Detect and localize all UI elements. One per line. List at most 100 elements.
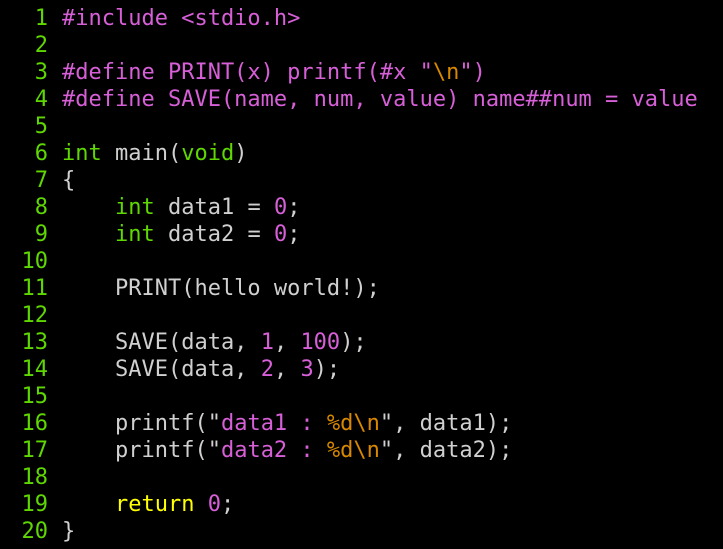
line-number: 18 xyxy=(21,465,49,490)
code-line[interactable]: 6 int main(void) xyxy=(0,140,723,167)
code-token: \n xyxy=(432,60,460,85)
code-line[interactable]: 12 xyxy=(0,302,723,329)
code-line[interactable]: 19 return 0; xyxy=(0,491,723,518)
line-number: 4 xyxy=(34,87,48,112)
line-code: #define SAVE(name, num, value) name##num… xyxy=(62,86,698,113)
code-line[interactable]: 20} xyxy=(0,518,723,545)
code-token: data2 : xyxy=(220,438,327,463)
code-token: { xyxy=(62,168,76,193)
code-token: data1 = xyxy=(154,195,274,220)
code-token: } xyxy=(62,519,76,544)
code-token: , xyxy=(273,330,301,355)
line-code: PRINT(hello world!); xyxy=(62,275,380,302)
code-token: ); xyxy=(340,330,367,355)
code-token: SAVE(data, xyxy=(62,357,261,382)
code-lines: 1 #include <stdio.h> 2 3 #define PRINT(x) pr… xyxy=(0,5,723,545)
code-token: , xyxy=(273,357,301,382)
code-token: ; xyxy=(287,222,301,247)
code-token: void xyxy=(181,141,235,166)
code-token: int xyxy=(114,222,155,247)
line-code: #define PRINT(x) printf(#x "\n") xyxy=(62,59,486,86)
line-code: #include <stdio.h> xyxy=(62,5,300,32)
line-number: 13 xyxy=(21,330,49,355)
code-line[interactable]: 11 PRINT(hello world!); xyxy=(0,275,723,302)
code-token: SAVE(data, xyxy=(62,330,261,355)
code-line[interactable]: 3 #define PRINT(x) printf(#x "\n") xyxy=(0,59,723,86)
code-line[interactable]: 8 int data1 = 0; xyxy=(0,194,723,221)
code-token: data2 = xyxy=(154,222,274,247)
code-line[interactable]: 5 xyxy=(0,113,723,140)
code-line[interactable]: 9 int data2 = 0; xyxy=(0,221,723,248)
line-code: printf("data1 : %d\n", data1); xyxy=(62,410,512,437)
line-number: 8 xyxy=(34,195,48,220)
line-number: 17 xyxy=(21,438,49,463)
code-line[interactable]: 18 xyxy=(0,464,723,491)
line-number: 19 xyxy=(21,492,49,517)
code-token: int xyxy=(62,141,102,166)
code-token: printf(" xyxy=(62,411,221,436)
line-number: 10 xyxy=(21,249,49,274)
code-token: 100 xyxy=(300,330,341,355)
code-token: int xyxy=(114,195,155,220)
line-number: 7 xyxy=(34,168,48,193)
code-token: ", data1); xyxy=(379,411,513,436)
code-line[interactable]: 15 xyxy=(0,383,723,410)
code-token: main( xyxy=(101,141,182,166)
line-code: { xyxy=(62,167,75,194)
code-line[interactable]: 16 printf("data1 : %d\n", data1); xyxy=(0,410,723,437)
code-token: #define SAVE(name, num, value) name##num… xyxy=(62,87,698,112)
line-code: SAVE(data, 1, 100); xyxy=(62,329,367,356)
line-code: printf("data2 : %d\n", data2); xyxy=(62,437,512,464)
code-token: ; xyxy=(220,492,235,517)
line-number: 16 xyxy=(21,411,49,436)
code-line[interactable]: 10 xyxy=(0,248,723,275)
code-token: return xyxy=(114,492,195,517)
code-token: ) xyxy=(234,141,248,166)
code-token: PRINT(hello world!); xyxy=(62,276,380,301)
line-code: int main(void) xyxy=(62,140,247,167)
code-line[interactable]: 13 SAVE(data, 1, 100); xyxy=(0,329,723,356)
code-token: 0 xyxy=(207,492,221,517)
line-number: 14 xyxy=(21,357,49,382)
code-line[interactable]: 2 xyxy=(0,32,723,59)
line-number: 12 xyxy=(21,303,49,328)
code-token: printf(" xyxy=(62,438,221,463)
line-number: 9 xyxy=(34,222,48,247)
code-token: ); xyxy=(313,357,341,382)
code-line[interactable]: 1 #include <stdio.h> xyxy=(0,5,723,32)
line-number: 15 xyxy=(21,384,49,409)
code-line[interactable]: 4 #define SAVE(name, num, value) name##nu… xyxy=(0,86,723,113)
code-line[interactable]: 17 printf("data2 : %d\n", data2); xyxy=(0,437,723,464)
code-token: data1 : xyxy=(220,411,327,436)
code-token: %d\n xyxy=(326,411,380,436)
line-number: 20 xyxy=(21,519,49,544)
line-number: 1 xyxy=(34,6,48,31)
code-token: #define PRINT(x) printf(#x " xyxy=(62,60,433,85)
code-line[interactable]: 7{ xyxy=(0,167,723,194)
line-code: SAVE(data, 2, 3); xyxy=(62,356,340,383)
code-token: 0 xyxy=(273,195,288,220)
code-token: ; xyxy=(287,195,301,220)
line-code: } xyxy=(62,518,75,545)
code-token: ") xyxy=(459,60,486,85)
code-token: 1 xyxy=(260,330,274,355)
code-token: 2 xyxy=(260,357,274,382)
line-number: 3 xyxy=(34,60,48,85)
line-number: 11 xyxy=(21,276,49,301)
code-line[interactable]: 14 SAVE(data, 2, 3); xyxy=(0,356,723,383)
line-number: 5 xyxy=(34,114,48,139)
line-code: return 0; xyxy=(62,491,234,518)
line-number: 6 xyxy=(34,141,48,166)
code-editor[interactable]: 1 #include <stdio.h> 2 3 #define PRINT(x) pr… xyxy=(0,0,723,549)
code-token: %d\n xyxy=(326,438,380,463)
code-token: ", data2); xyxy=(379,438,513,463)
line-number: 2 xyxy=(34,33,48,58)
code-token: 0 xyxy=(273,222,288,247)
line-code: int data1 = 0; xyxy=(62,194,300,221)
code-token: #include <stdio.h> xyxy=(62,6,301,31)
code-token: 3 xyxy=(300,357,314,382)
